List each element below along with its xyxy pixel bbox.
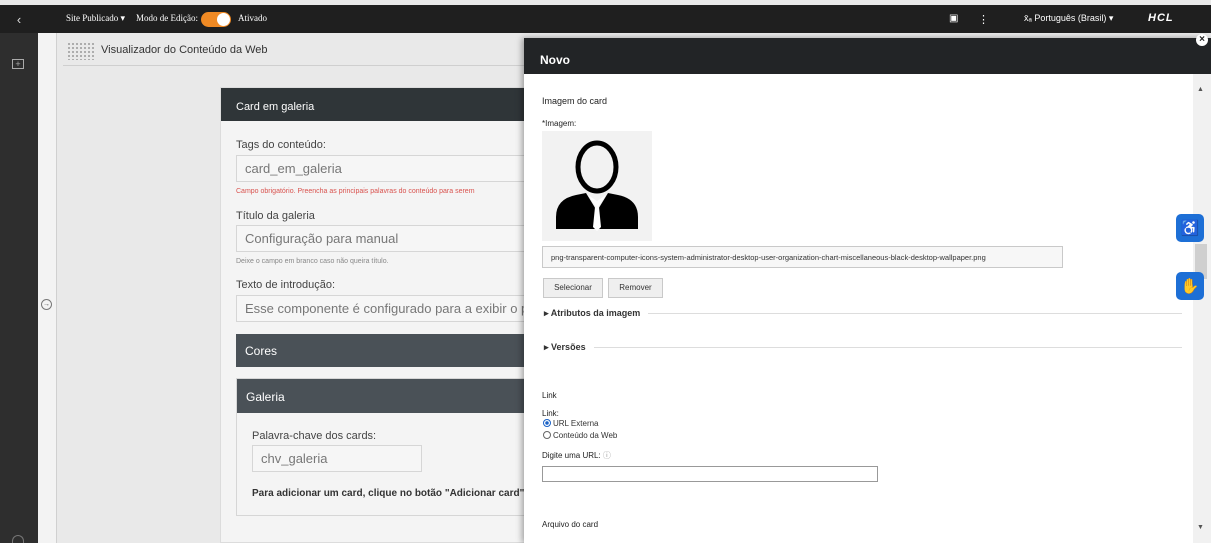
radio-external-url[interactable]: URL Externa <box>543 419 599 428</box>
hcl-logo: HCL <box>1148 12 1174 24</box>
tags-hint: Campo obrigatório. Preencha as principai… <box>236 188 475 195</box>
language-label: Português (Brasil) <box>1034 13 1107 23</box>
edit-mode-label: Modo de Edição: <box>136 13 198 23</box>
keyword-label: Palavra-chave dos cards: <box>252 430 377 442</box>
sign-language-icon[interactable]: ✋ <box>1176 272 1204 300</box>
site-status-label: Site Publicado <box>66 13 119 23</box>
close-icon[interactable]: × <box>1196 34 1208 46</box>
intro-label: Texto de introdução: <box>236 279 336 291</box>
gallery-title-hint: Deixe o campo em branco caso não queira … <box>236 258 389 265</box>
caret-right-icon: ▸ <box>544 342 549 352</box>
collapse-strip: → <box>38 33 57 543</box>
gallery-section-header[interactable]: Galeria <box>237 379 530 413</box>
left-rail: + <box>0 33 38 543</box>
new-item-panel: Novo Imagem do card *Imagem: png-transpa… <box>524 38 1211 543</box>
radio-unselected-icon <box>543 431 551 439</box>
scroll-down-icon[interactable]: ▼ <box>1197 524 1204 531</box>
drag-handle-icon[interactable] <box>67 42 95 60</box>
panel-scrollbar[interactable]: ▲ ▼ <box>1193 74 1211 543</box>
tags-field[interactable]: card_em_galeria <box>236 155 531 182</box>
panel-title: Novo <box>524 38 1211 74</box>
versions-toggle[interactable]: ▸ Versões <box>544 342 1182 354</box>
url-label-text: Digite uma URL: <box>542 451 601 460</box>
toggle-knob <box>217 13 230 26</box>
colors-section[interactable]: Cores <box>236 334 531 367</box>
chevron-down-icon: ▾ <box>120 13 126 23</box>
panel-content: Imagem do card *Imagem: png-transparent-… <box>524 74 1182 543</box>
site-status-dropdown[interactable]: Site Publicado ▾ <box>66 13 125 24</box>
accessibility-icon[interactable]: ♿ <box>1176 214 1204 242</box>
caret-right-icon: ▸ <box>544 308 549 318</box>
help-icon[interactable]: ⓘ <box>603 451 611 460</box>
keyword-field[interactable]: chv_galeria <box>252 445 422 472</box>
gallery-title-field[interactable]: Configuração para manual <box>236 225 531 252</box>
expand-arrow-icon[interactable]: → <box>41 299 52 310</box>
top-toolbar: ‹ Site Publicado ▾ Modo de Edição: Ativa… <box>0 5 1211 33</box>
more-menu-icon[interactable]: ⋮ <box>978 13 989 26</box>
link-heading: Link <box>542 391 557 400</box>
image-attributes-text: Atributos da imagem <box>550 308 641 318</box>
viewer-title: Visualizador do Conteúdo da Web <box>101 44 268 56</box>
chevron-down-icon: ▾ <box>1108 13 1114 23</box>
gallery-title-label: Título da galeria <box>236 210 315 222</box>
viewer-header: Visualizador do Conteúdo da Web <box>63 38 527 66</box>
rail-bottom-icon[interactable] <box>12 535 24 543</box>
card-file-heading: Arquivo do card <box>542 520 599 529</box>
preview-icon[interactable]: ▣ <box>949 13 958 24</box>
card-form: Card em galeria Tags do conteúdo: card_e… <box>220 87 531 543</box>
translate-icon: x̄ₐ <box>1024 13 1032 23</box>
page-canvas: Visualizador do Conteúdo da Web Card em … <box>57 33 531 543</box>
url-input[interactable] <box>542 466 878 482</box>
radio-external-label: URL Externa <box>553 419 599 428</box>
language-dropdown[interactable]: x̄ₐ Português (Brasil) ▾ <box>1024 13 1113 24</box>
link-label: Link: <box>542 409 559 418</box>
gallery-section: Galeria Palavra-chave dos cards: chv_gal… <box>236 378 531 516</box>
url-label: Digite uma URL: ⓘ <box>542 450 611 461</box>
image-attributes-label: ▸ Atributos da imagem <box>544 308 649 319</box>
divider <box>544 347 1182 348</box>
radio-web-content[interactable]: Conteúdo da Web <box>543 431 617 440</box>
remove-button[interactable]: Remover <box>608 278 663 298</box>
user-avatar-icon <box>556 140 638 231</box>
image-label: *Imagem: <box>542 119 577 128</box>
image-attributes-toggle[interactable]: ▸ Atributos da imagem <box>544 308 1182 320</box>
add-content-icon[interactable]: + <box>12 59 24 69</box>
radio-web-content-label: Conteúdo da Web <box>553 431 618 440</box>
edit-mode-state: Ativado <box>238 13 267 23</box>
card-form-header: Card em galeria <box>221 88 529 121</box>
add-card-note: Para adicionar um card, clique no botão … <box>252 488 525 499</box>
versions-label: ▸ Versões <box>544 342 594 353</box>
image-filename: png-transparent-computer-icons-system-ad… <box>542 246 1063 268</box>
scroll-up-icon[interactable]: ▲ <box>1197 86 1204 93</box>
radio-selected-icon <box>543 419 551 427</box>
edit-mode-toggle[interactable] <box>201 12 231 27</box>
intro-field[interactable]: Esse componente é configurado para a exi… <box>236 295 531 322</box>
tags-label: Tags do conteúdo: <box>236 139 326 151</box>
card-image-heading: Imagem do card <box>542 96 608 106</box>
image-preview <box>542 131 652 241</box>
chevron-left-icon[interactable]: ‹ <box>0 5 38 33</box>
select-button[interactable]: Selecionar <box>543 278 603 298</box>
versions-text: Versões <box>551 342 586 352</box>
